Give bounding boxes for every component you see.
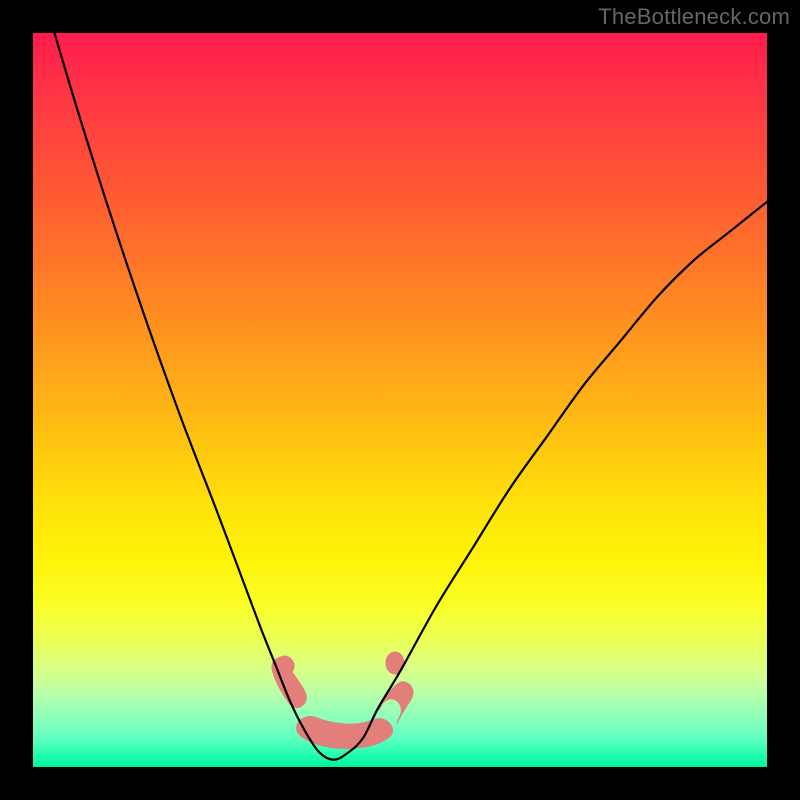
salmon-blob-right [379,682,413,723]
salmon-annotation-group [272,652,413,749]
chart-stage: TheBottleneck.com [0,0,800,800]
watermark-text: TheBottleneck.com [598,4,790,30]
plot-area [33,33,767,767]
curve-layer [33,33,767,767]
bottleneck-curve [33,33,767,760]
salmon-blob-bottom [297,717,393,749]
